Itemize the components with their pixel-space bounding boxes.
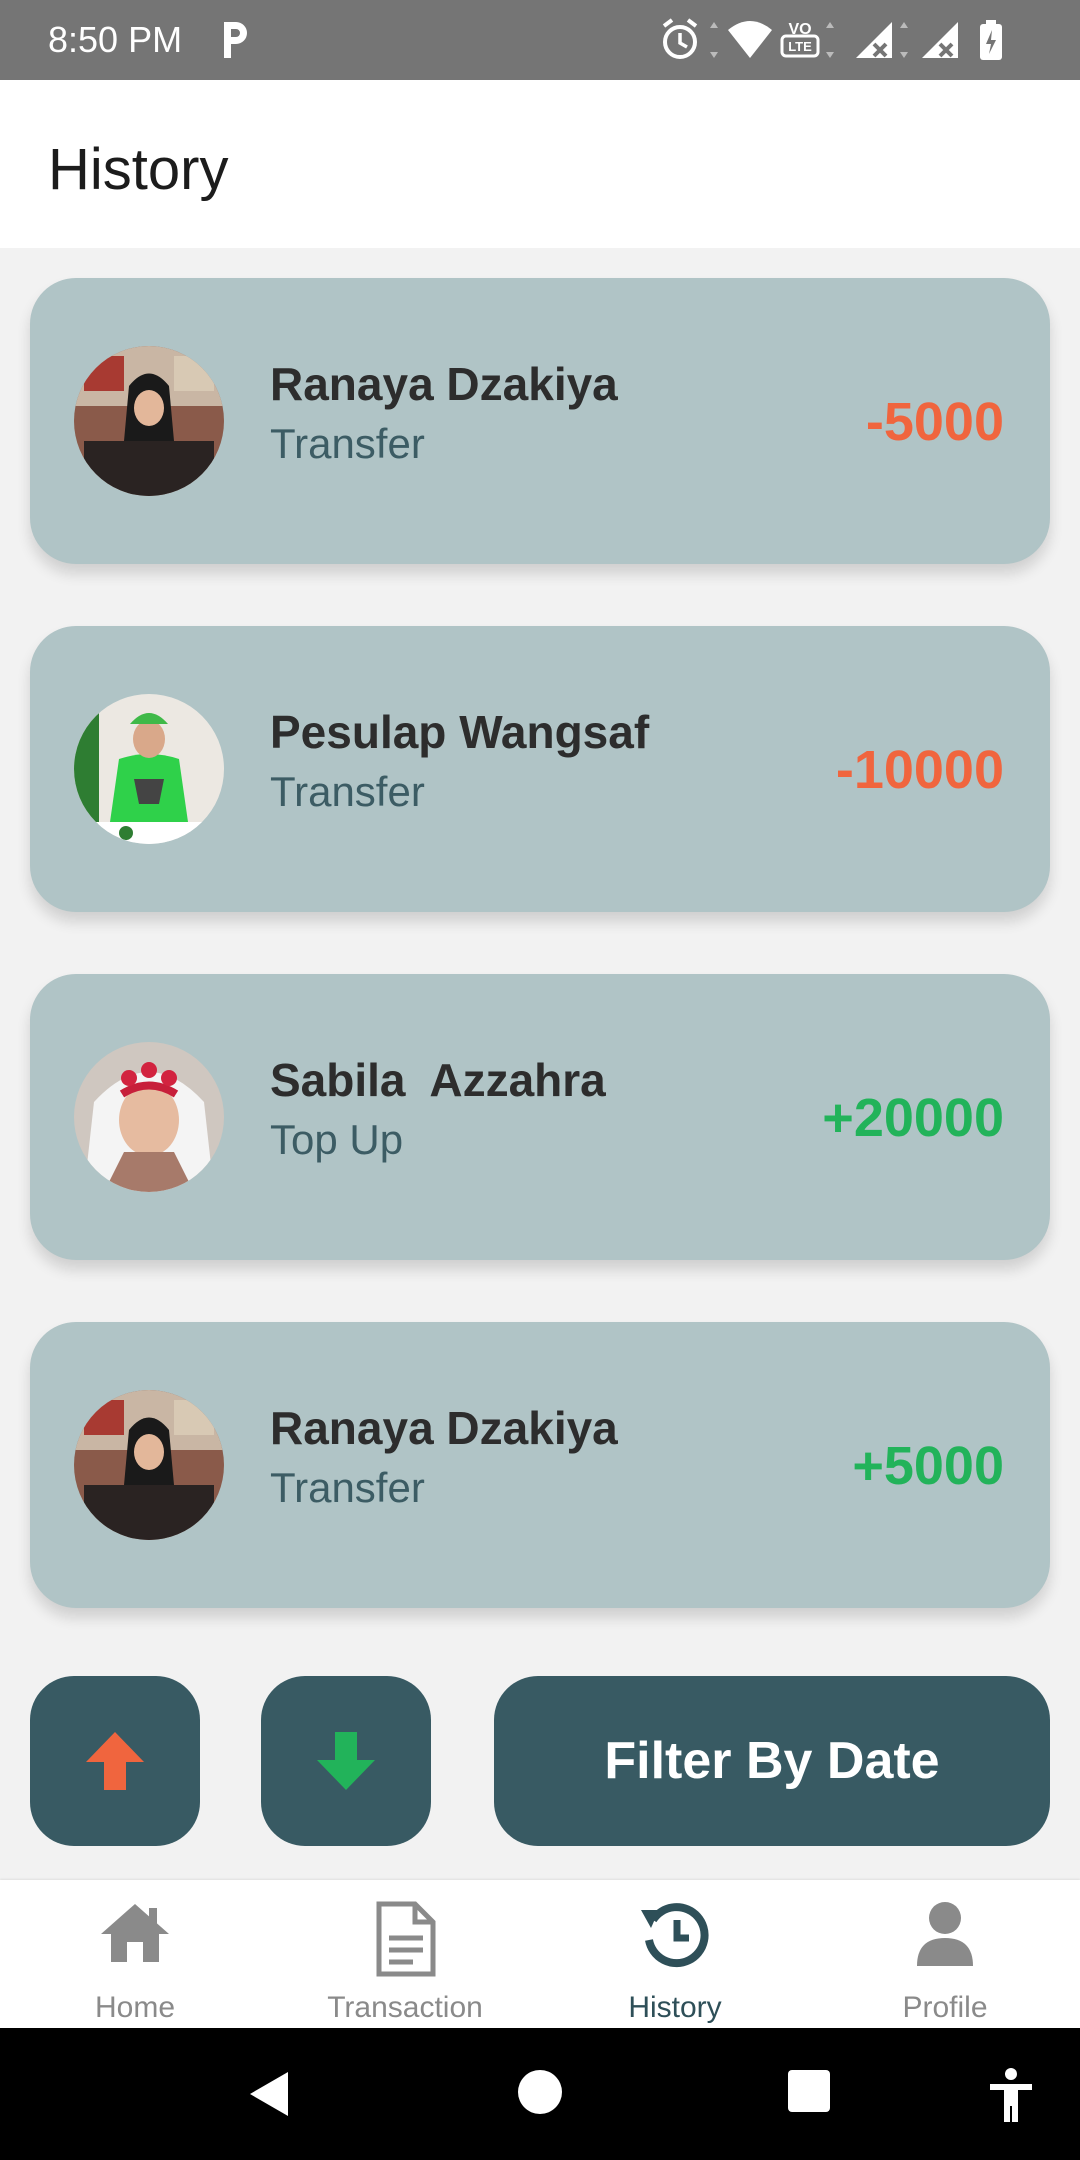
app-bar: History [0,80,1080,248]
battery-icon [980,20,1002,60]
nav-item-profile[interactable]: Profile [810,1880,1080,2028]
status-time: 8:50 PM [48,19,183,60]
back-icon[interactable] [244,2068,294,2120]
contact-name: Ranaya Dzakiya [270,1402,618,1454]
transaction-amount: +5000 [852,1436,1004,1496]
document-icon [376,1901,436,1977]
nav-label-profile: Profile [902,1991,988,2024]
wifi-icon [728,21,772,58]
nav-item-history[interactable]: History [540,1880,810,2028]
arrow-down-icon [317,1732,375,1790]
arrow-up-icon [86,1732,144,1790]
contact-name: Ranaya Dzakiya [270,358,618,410]
nav-label-history: History [628,1991,722,2024]
sort-up-button[interactable] [30,1676,200,1846]
nav-item-home[interactable]: Home [0,1880,270,2028]
transaction-type: Transfer [270,768,425,815]
signal-icon [922,22,958,58]
nav-item-transaction[interactable]: Transaction [270,1880,540,2028]
person-icon [917,1902,973,1966]
transaction-type: Top Up [270,1116,404,1163]
svg-text:LTE: LTE [788,39,812,54]
transaction-type: Transfer [270,420,425,467]
transaction-amount: +20000 [822,1088,1004,1148]
transaction-card[interactable]: Ranaya Dzakiya Transfer -5000 [30,278,1050,564]
system-navigation-bar [0,2028,1080,2160]
avatar [74,1390,224,1540]
transaction-amount: -10000 [835,740,1004,800]
svg-text:VO: VO [788,21,811,38]
transaction-card[interactable]: Ranaya Dzakiya Transfer +5000 [30,1322,1050,1608]
status-bar: 8:50 PM LTE VO [0,0,1080,80]
avatar [74,1042,224,1192]
contact-name: Sabila Azzahra [270,1054,606,1106]
sort-down-button[interactable] [261,1676,431,1846]
contact-name: Pesulap Wangsaf [270,706,650,758]
home-icon [101,1904,169,1962]
history-icon [641,1903,709,1968]
filter-by-date-button[interactable]: Filter By Date [494,1676,1050,1846]
bottom-navigation: Home Transaction History Profile [0,1880,1080,2028]
nav-label-transaction: Transaction [327,1991,483,2024]
avatar [74,694,224,844]
home-circle-icon[interactable] [516,2068,564,2116]
avatar [74,346,224,496]
accessibility-icon[interactable] [988,2068,1034,2124]
alarm-icon [662,18,698,59]
recents-icon[interactable] [786,2068,832,2114]
volte-icon: LTE VO [780,21,820,58]
parking-app-icon [218,18,252,67]
nav-label-home: Home [94,1991,176,2024]
transaction-type: Transfer [270,1464,425,1511]
transaction-card[interactable]: Pesulap Wangsaf Transfer -10000 [30,626,1050,912]
signal-icon [856,22,892,58]
transaction-card[interactable]: Sabila Azzahra Top Up +20000 [30,974,1050,1260]
status-icons: LTE VO [660,16,1040,69]
transaction-amount: -5000 [865,392,1004,452]
page-title: History [48,137,229,202]
